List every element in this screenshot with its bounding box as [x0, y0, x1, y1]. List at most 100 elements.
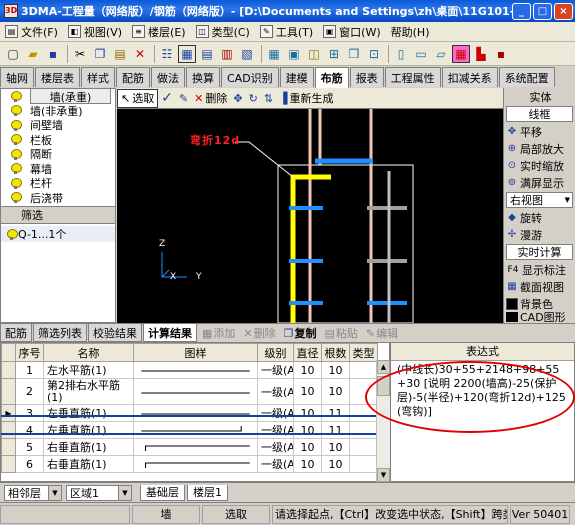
close-button[interactable]: × [554, 2, 573, 20]
tab-project-properties[interactable]: 工程属性 [384, 67, 441, 87]
show-dimensions-button[interactable]: F4 显示标注 [504, 261, 575, 278]
table-row-current[interactable]: ▶ 3 左垂直筋(1) 一级(A) 10 11 [1, 404, 378, 422]
lightbulb-icon[interactable] [11, 163, 22, 175]
edit-row-button[interactable]: ✎ 编辑 [362, 324, 402, 342]
new-file-icon[interactable]: ▢ [4, 45, 22, 63]
tab-axis[interactable]: 轴网 [0, 67, 34, 87]
confirm-button[interactable]: ✓ [158, 89, 176, 108]
lightbulb-icon[interactable] [11, 119, 22, 131]
lightbulb-icon[interactable] [11, 148, 22, 160]
beam-icon[interactable]: ▭ [412, 45, 430, 63]
view-direction-select[interactable]: 右视图 ▼ [506, 192, 573, 208]
lightbulb-icon[interactable] [11, 192, 22, 204]
column-header-type[interactable]: 类型 [349, 343, 378, 362]
realtime-calc-button[interactable]: 实时计算 [506, 244, 573, 260]
mirror-button[interactable]: ⇅ [261, 89, 276, 108]
menu-floor[interactable]: ≡ 楼层(E) [127, 23, 191, 41]
scroll-down-icon[interactable]: ▼ [377, 468, 390, 482]
tab-modeling[interactable]: 建模 [279, 67, 314, 87]
lightbulb-icon[interactable] [11, 134, 22, 146]
tab-report[interactable]: 报表 [349, 67, 384, 87]
tab-calculation-result[interactable]: 计算结果 [143, 324, 197, 342]
filter-list-item[interactable]: Q-1...1个 [1, 226, 115, 242]
3d-viewport[interactable]: 弯折12d Z X Y [117, 109, 503, 323]
window-cascade-icon[interactable]: ❒ [345, 45, 363, 63]
scroll-up-icon[interactable]: ▲ [377, 360, 390, 374]
tree-item-bearing-wall[interactable]: 墙(承重) [1, 88, 115, 105]
slab-icon[interactable]: ▱ [432, 45, 450, 63]
column-header-grade[interactable]: 级别 [257, 343, 294, 362]
walk-button[interactable]: ✢ 漫游 [504, 226, 575, 243]
table-row[interactable]: 4 左垂直筋(1) 一级(A) 10 11 [1, 421, 378, 439]
maximize-button[interactable]: □ [533, 2, 552, 20]
menu-view[interactable]: ◧ 视图(V) [63, 23, 127, 41]
column-header-name[interactable]: 名称 [43, 343, 134, 362]
tab-check-result[interactable]: 校验结果 [88, 324, 142, 342]
edit-table-icon[interactable]: ▤ [198, 45, 216, 63]
rotate-view-button[interactable]: ◆ 旋转 [504, 209, 575, 226]
tab-reinforcement[interactable]: 配筋 [116, 67, 150, 87]
grid-icon[interactable]: ▦ [265, 45, 283, 63]
zoom-extents-button[interactable]: ⊚ 满屏显示 [504, 174, 575, 191]
tree-item-partition-wall[interactable]: 间壁墙 [1, 118, 115, 133]
chart-icon[interactable]: ▧ [238, 45, 256, 63]
menu-type[interactable]: ◫ 类型(C) [191, 23, 255, 41]
table-row[interactable]: 6 右垂直筋(1) 一级(A) 10 10 [1, 455, 378, 473]
delete-button[interactable]: ✕ 删除 [191, 89, 230, 108]
minimize-button[interactable]: _ [512, 2, 531, 20]
edit-button[interactable]: ✎ [176, 89, 191, 108]
save-icon[interactable]: ▪ [44, 45, 62, 63]
wireframe-button[interactable]: 线框 [506, 106, 573, 122]
tab-method[interactable]: 做法 [151, 67, 185, 87]
tree-item-railing[interactable]: 栏杆 [1, 176, 115, 191]
tree-item-non-bearing-wall[interactable]: 墙(非承重) [1, 104, 115, 119]
rotate-button[interactable]: ↻ [246, 89, 261, 108]
measure-icon[interactable]: ⊞ [325, 45, 343, 63]
add-button[interactable]: ▦ 添加 [198, 324, 239, 342]
zoom-table-icon[interactable]: ⊡ [365, 45, 383, 63]
tab-rebar-layout[interactable]: 布筋 [314, 67, 349, 88]
background-color-button[interactable]: 背景色 [504, 295, 575, 312]
table-row[interactable]: 5 右垂直筋(1) 一级(A) 10 10 [1, 438, 378, 456]
column-icon[interactable]: ▯ [392, 45, 410, 63]
report-icon[interactable]: ▥ [218, 45, 236, 63]
tree-item-curtain-wall[interactable]: 幕墙 [1, 162, 115, 177]
tab-style[interactable]: 样式 [81, 67, 115, 87]
copy-icon[interactable]: ❐ [91, 45, 109, 63]
lightbulb-icon[interactable] [11, 90, 22, 102]
tab-floor-table[interactable]: 楼层表 [35, 67, 80, 87]
table-row[interactable]: 1 左水平筋(1) 一级(A) 10 10 [1, 361, 378, 379]
tab-deduction-relations[interactable]: 扣减关系 [441, 67, 498, 87]
tab-cad-recognition[interactable]: CAD识别 [221, 67, 279, 87]
grid-table-icon[interactable]: ▦ [178, 44, 196, 63]
regenerate-button[interactable]: ▐ 重新生成 [276, 89, 336, 108]
stair-icon[interactable]: ▙ [472, 45, 490, 63]
table-row[interactable]: 2 第2排右水平筋(1) 一级(A) 10 10 [1, 378, 378, 405]
rebar-view-icon[interactable]: ▦ [452, 44, 470, 63]
tab-conversion[interactable]: 换算 [186, 67, 220, 87]
paste-icon[interactable]: ▤ [111, 45, 129, 63]
zoom-window-button[interactable]: ⊕ 局部放大 [504, 140, 575, 157]
tree-item-partition[interactable]: 隔断 [1, 147, 115, 162]
move-button[interactable]: ✥ [230, 89, 245, 108]
section-view-button[interactable]: ▦ 截面视图 [504, 278, 575, 295]
tab-foundation-layer[interactable]: 基础层 [140, 484, 185, 501]
region-select[interactable]: 区域1 ▼ [66, 484, 132, 501]
cad-graphic-button[interactable]: CAD图形 [504, 312, 575, 322]
menu-file[interactable]: ▤ 文件(F) [0, 23, 63, 41]
paste-button[interactable]: ▤ 粘贴 [321, 324, 362, 342]
column-header-shape[interactable]: 图样 [133, 343, 258, 362]
pan-button[interactable]: ✥ 平移 [504, 123, 575, 140]
menu-help[interactable]: 帮助(H) [386, 23, 435, 41]
component-list-icon[interactable]: ☷ [158, 45, 176, 63]
tab-system-config[interactable]: 系统配置 [498, 67, 555, 87]
zoom-realtime-button[interactable]: ⊙ 实时缩放 [504, 157, 575, 174]
copy-button[interactable]: ❐ 复制 [280, 324, 321, 342]
lightbulb-icon[interactable] [11, 177, 22, 189]
menu-window[interactable]: ▣ 窗口(W) [318, 23, 385, 41]
layout-icon[interactable]: ▣ [285, 45, 303, 63]
layer-select[interactable]: 相邻层 ▼ [4, 484, 62, 501]
delete-icon[interactable]: ✕ [131, 45, 149, 63]
settings-icon[interactable]: ▪ [492, 45, 510, 63]
tree-item-post-pour-strip[interactable]: 后浇带 [1, 191, 115, 206]
